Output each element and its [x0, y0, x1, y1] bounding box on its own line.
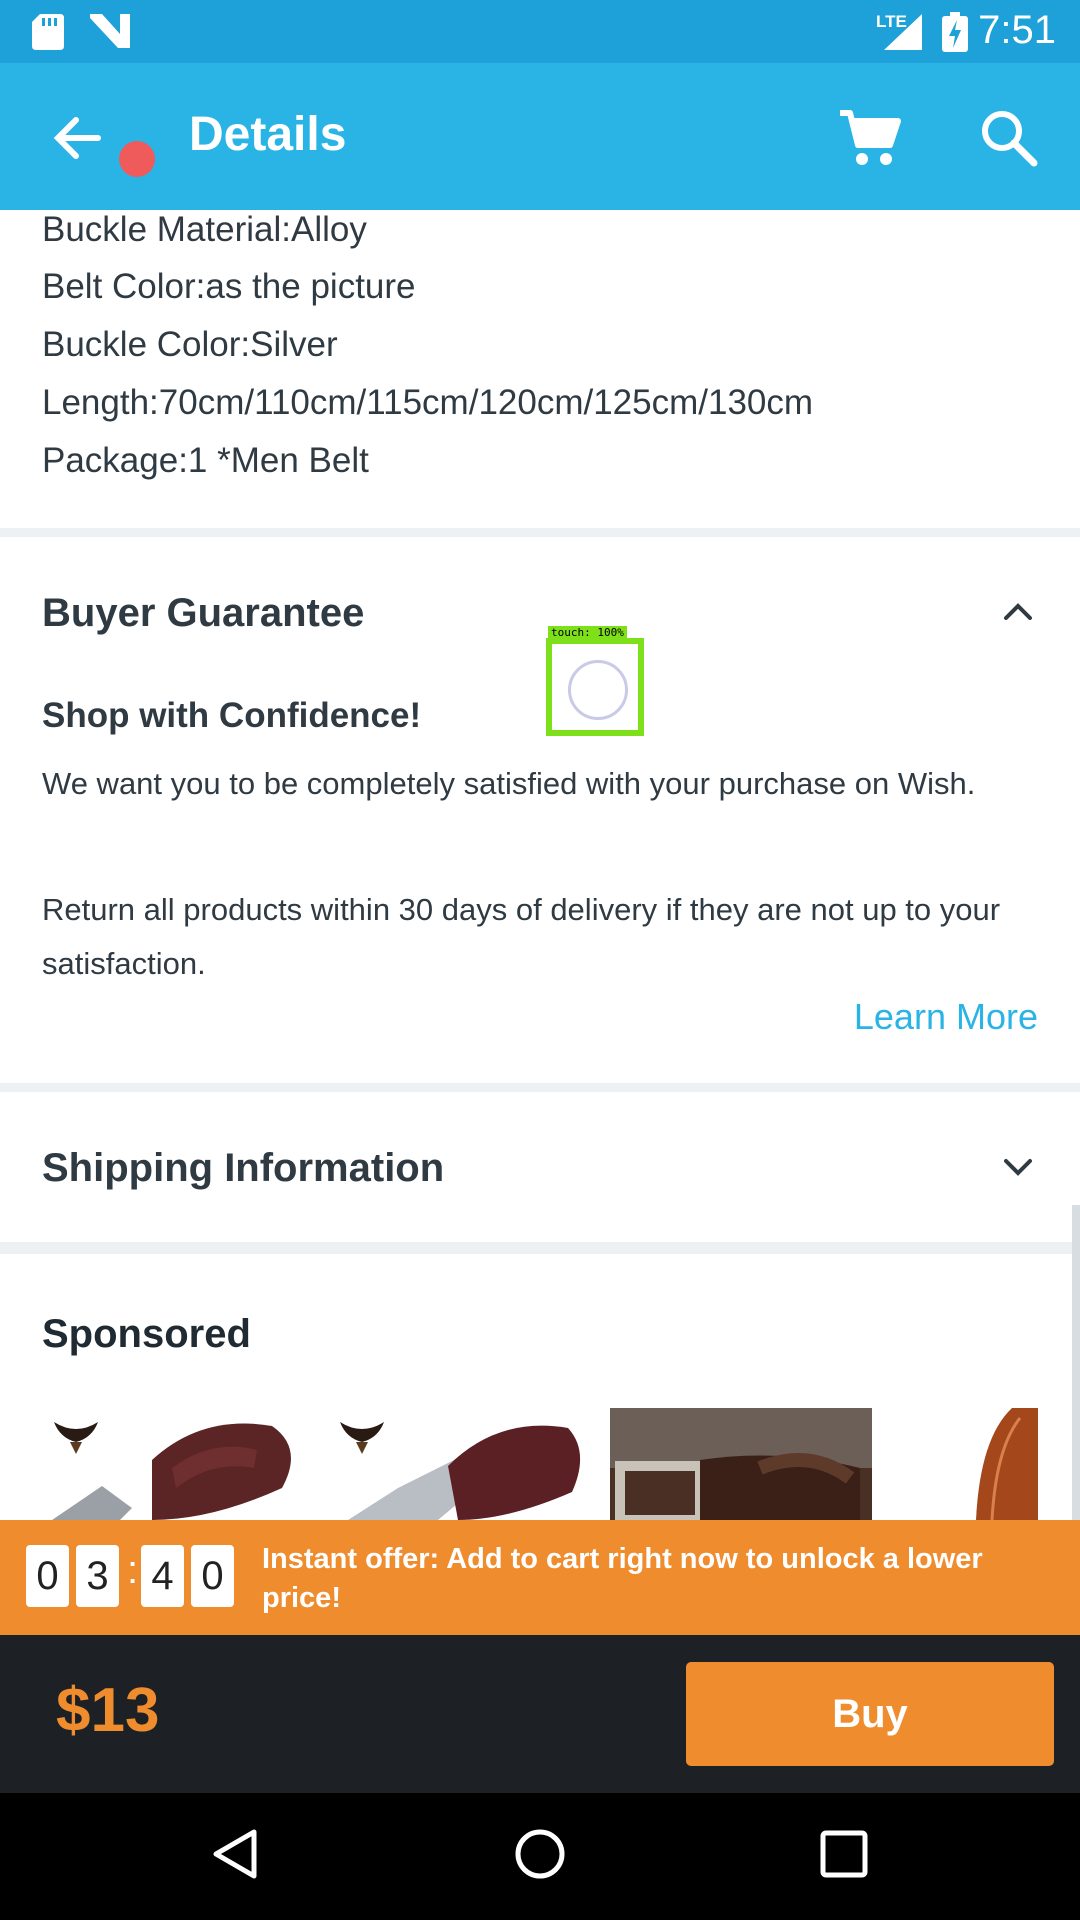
search-icon: [982, 111, 1038, 167]
guarantee-subtitle: Shop with Confidence!: [42, 696, 422, 735]
buy-button[interactable]: Buy: [686, 1662, 1054, 1766]
spec-buckle-material: Buckle Material:Alloy: [42, 210, 367, 249]
belt-product-image: [328, 1408, 590, 1520]
sponsored-title: Sponsored: [42, 1312, 251, 1356]
cart-button[interactable]: [836, 105, 902, 171]
guarantee-paragraph-2: Return all products within 30 days of de…: [42, 892, 1001, 981]
nav-home-icon[interactable]: [514, 1828, 566, 1880]
section-divider: [0, 1083, 1080, 1092]
spec-belt-color: Belt Color:as the picture: [42, 267, 416, 306]
nav-recents-icon[interactable]: [820, 1830, 868, 1878]
notification-dot: [119, 141, 155, 177]
spec-package: Package:1 *Men Belt: [42, 441, 369, 480]
system-nav-bar: [0, 1793, 1080, 1920]
status-bar: LTE 7:51: [0, 0, 1080, 63]
sponsored-product-4[interactable]: [892, 1408, 1038, 1520]
timer-digit: 0: [26, 1545, 69, 1607]
belt-product-image: [42, 1408, 304, 1520]
timer-digit: 3: [76, 1545, 119, 1607]
instant-offer-banner[interactable]: 0 3 : 4 0 Instant offer: Add to cart rig…: [0, 1520, 1080, 1635]
buyer-guarantee-title[interactable]: Buyer Guarantee: [42, 591, 364, 636]
battery-charging-icon: [942, 12, 968, 52]
guarantee-paragraph-1: We want you to be completely satisfied w…: [42, 766, 976, 801]
chevron-down-icon[interactable]: [1000, 1149, 1036, 1185]
touch-indicator: touch: 100%: [546, 626, 644, 736]
shipping-information-title[interactable]: Shipping Information: [42, 1146, 444, 1191]
app-bar: Details: [0, 63, 1080, 210]
clock: 7:51: [978, 8, 1056, 52]
arrow-left-icon: [53, 117, 101, 159]
buy-bar: $13 Buy: [0, 1635, 1080, 1793]
belt-product-image: [610, 1408, 872, 1520]
touch-ring: [568, 660, 628, 720]
nav-back-icon[interactable]: [212, 1828, 258, 1880]
back-button[interactable]: [46, 103, 155, 177]
cart-icon: [840, 110, 901, 165]
details-content[interactable]: Buckle Material:Alloy Belt Color:as the …: [0, 210, 1080, 1520]
section-divider: [0, 1242, 1080, 1254]
sd-card-icon: [32, 14, 64, 50]
chevron-up-icon[interactable]: [1000, 594, 1036, 630]
section-divider: [0, 528, 1080, 537]
belt-product-image: [892, 1408, 1038, 1520]
timer-separator: :: [127, 1548, 139, 1592]
sponsored-product-2[interactable]: [328, 1408, 590, 1520]
price-label: $13: [56, 1676, 160, 1745]
search-button[interactable]: [976, 105, 1042, 171]
signal-icon: [884, 14, 922, 50]
n-notification-icon: [90, 14, 130, 48]
sponsored-product-3[interactable]: [610, 1408, 872, 1520]
touch-indicator-label: touch: 100%: [548, 626, 627, 639]
page-title: Details: [189, 108, 347, 161]
sponsored-product-1[interactable]: [42, 1408, 304, 1520]
timer-digit: 4: [141, 1545, 184, 1607]
spec-length: Length:70cm/110cm/115cm/120cm/125cm/130c…: [42, 383, 814, 422]
timer-digit: 0: [191, 1545, 234, 1607]
offer-message: Instant offer: Add to cart right now to …: [262, 1543, 983, 1614]
spec-buckle-color: Buckle Color:Silver: [42, 325, 338, 364]
learn-more-link[interactable]: Learn More: [854, 996, 1038, 1038]
scrollbar[interactable]: [1072, 1205, 1080, 1520]
